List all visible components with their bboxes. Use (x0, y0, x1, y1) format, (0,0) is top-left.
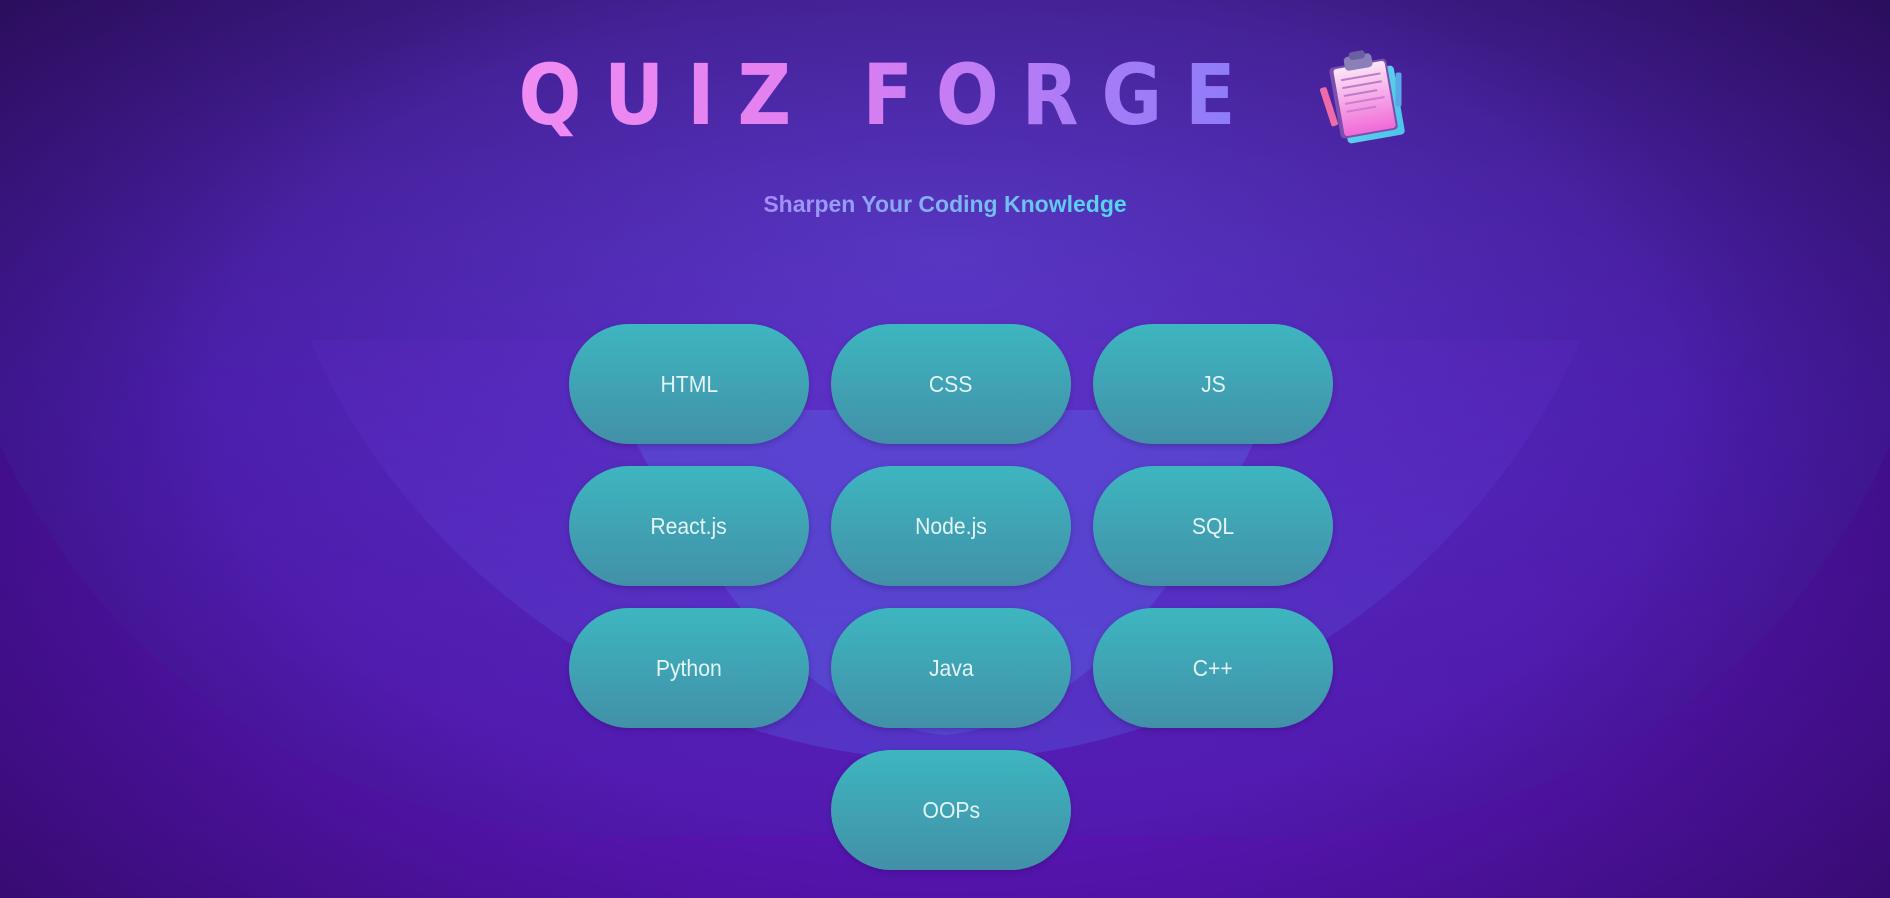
topic-label: HTML (660, 370, 718, 397)
topic-label: Node.js (915, 512, 987, 539)
topic-button-js[interactable]: JS (1093, 324, 1333, 444)
topic-label: C++ (1192, 654, 1233, 681)
topic-label: OOPs (922, 796, 980, 823)
topic-button-java[interactable]: Java (831, 608, 1071, 728)
topic-button-reactjs[interactable]: React.js (569, 466, 809, 586)
topic-grid: HTML CSS JS React.js Node.js SQL Python … (569, 324, 1333, 870)
topic-button-cpp[interactable]: C++ (1093, 608, 1333, 728)
topic-button-nodejs[interactable]: Node.js (831, 466, 1071, 586)
app-subtitle: Sharpen Your Coding Knowledge (763, 191, 1127, 217)
topic-label: Java (928, 654, 974, 681)
topic-button-oops[interactable]: OOPs (831, 750, 1071, 870)
topic-label: Python (656, 654, 722, 681)
topic-button-sql[interactable]: SQL (1093, 466, 1333, 586)
app-title: QUIZ FORGE (518, 46, 1258, 144)
topic-button-css[interactable]: CSS (831, 324, 1071, 444)
topic-button-python[interactable]: Python (569, 608, 809, 728)
topic-label: React.js (650, 512, 728, 539)
topic-label: SQL (1191, 512, 1235, 539)
app-header: QUIZ FORGE (0, 40, 1890, 150)
topic-label: CSS (929, 370, 973, 397)
topic-button-html[interactable]: HTML (569, 324, 809, 444)
topic-label: JS (1200, 370, 1226, 397)
clipboard-quiz-icon (1320, 50, 1406, 144)
